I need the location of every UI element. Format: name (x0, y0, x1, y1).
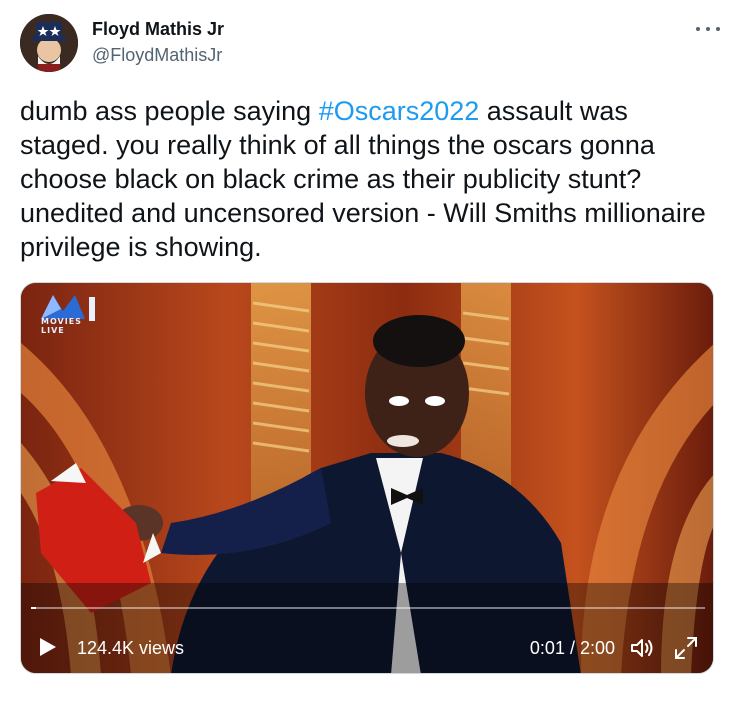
uncle-sam-avatar-icon (20, 14, 78, 72)
video-progress-bar[interactable] (31, 607, 705, 609)
tweet-text: dumb ass people saying #Oscars2022 assau… (20, 94, 720, 264)
video-frame (21, 283, 713, 673)
logo-text: MOVIES LIVE (41, 317, 82, 335)
ellipsis-icon (696, 27, 700, 31)
video-time: 0:01 / 2:00 (529, 638, 615, 658)
video-controls: 124.4K views 0:01 / 2:00 (21, 623, 713, 667)
volume-button[interactable] (629, 636, 655, 660)
avatar[interactable] (20, 14, 78, 72)
view-count: 124.4K views (77, 638, 185, 658)
more-options-button[interactable] (696, 22, 720, 36)
ellipsis-dot (716, 27, 720, 31)
play-icon (40, 638, 56, 656)
author-handle[interactable]: @FloydMathisJr (92, 44, 224, 66)
author-display-name[interactable]: Floyd Mathis Jr (92, 18, 224, 40)
author-block: Floyd Mathis Jr @FloydMathisJr (92, 18, 224, 66)
volume-icon (631, 639, 653, 657)
play-button[interactable] (37, 637, 57, 657)
fullscreen-icon (675, 637, 697, 659)
hashtag-link[interactable]: #Oscars2022 (319, 96, 480, 126)
tweet-text-before: dumb ass people saying (20, 96, 319, 126)
fullscreen-button[interactable] (673, 635, 699, 661)
video-player[interactable]: MOVIES LIVE 124.4K views 0:01 / 2:00 (20, 282, 714, 674)
video-progress-fill (31, 607, 37, 609)
ellipsis-dot (706, 27, 710, 31)
tweet-card: Floyd Mathis Jr @FloydMathisJr dumb ass … (0, 0, 750, 701)
